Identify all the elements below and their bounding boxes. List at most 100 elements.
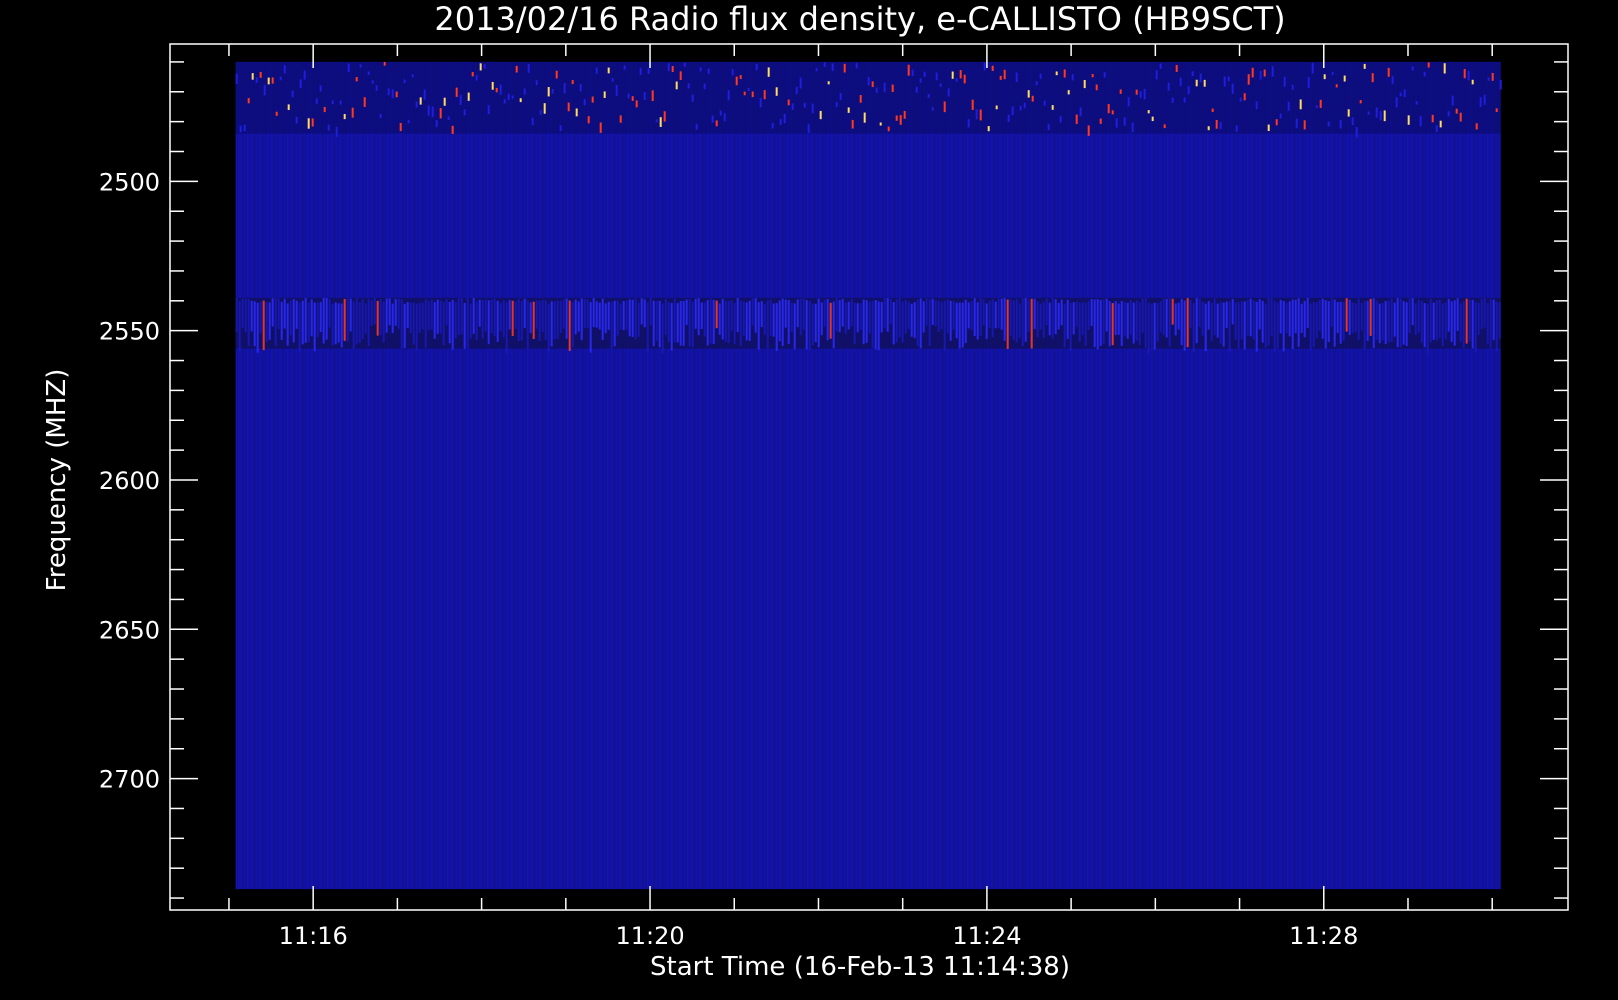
band-streak <box>1240 301 1243 340</box>
band-streak <box>610 301 613 349</box>
band-streak <box>1267 297 1270 346</box>
burst-speck <box>831 63 834 71</box>
band-streak <box>1426 303 1429 354</box>
band-streak <box>1108 301 1111 347</box>
band-streak <box>631 299 634 338</box>
burst-speck <box>1139 91 1142 99</box>
burst-speck <box>1067 90 1070 95</box>
burst-speck <box>551 88 554 94</box>
band-streak <box>715 300 718 329</box>
band-streak <box>1186 298 1189 348</box>
band-streak <box>745 302 748 341</box>
band-streak <box>523 298 526 329</box>
band-streak <box>1024 298 1027 342</box>
burst-speck <box>1263 69 1266 77</box>
band-streak <box>1168 298 1171 347</box>
band-streak <box>364 303 367 334</box>
band-streak <box>1093 299 1096 348</box>
burst-speck <box>927 93 930 98</box>
band-streak <box>649 298 652 326</box>
band-streak <box>1495 301 1498 352</box>
burst-speck <box>727 90 730 101</box>
burst-speck <box>1499 79 1502 90</box>
band-streak <box>1123 301 1126 337</box>
band-streak <box>1375 300 1378 340</box>
burst-speck <box>491 81 494 90</box>
band-streak <box>697 298 700 336</box>
band-streak <box>1075 301 1078 327</box>
burst-speck <box>839 93 842 101</box>
band-streak <box>301 300 304 345</box>
burst-speck <box>1495 108 1498 112</box>
band-streak <box>1105 298 1108 332</box>
band-streak <box>781 298 784 347</box>
burst-speck <box>687 83 690 89</box>
burst-speck <box>1187 86 1190 95</box>
band-streak <box>520 300 523 341</box>
burst-speck <box>947 88 950 97</box>
band-streak <box>1006 299 1009 349</box>
burst-speck <box>1319 99 1322 108</box>
band-streak <box>988 300 991 329</box>
burst-speck <box>319 85 322 92</box>
band-streak <box>589 302 592 353</box>
burst-speck <box>331 100 334 105</box>
band-streak <box>1129 300 1132 335</box>
band-streak <box>787 300 790 345</box>
burst-speck <box>283 65 286 74</box>
burst-speck <box>707 68 710 75</box>
band-streak <box>1231 298 1234 325</box>
band-streak <box>358 302 361 343</box>
burst-speck <box>559 125 562 132</box>
band-streak <box>1213 298 1216 336</box>
burst-speck <box>1115 118 1118 128</box>
band-streak <box>1468 299 1471 342</box>
burst-speck <box>1335 84 1338 88</box>
band-streak <box>679 301 682 346</box>
band-streak <box>778 300 781 342</box>
burst-speck <box>1479 97 1482 107</box>
band-streak <box>835 297 838 332</box>
band-streak <box>460 298 463 335</box>
burst-speck <box>1095 84 1098 91</box>
band-streak <box>379 299 382 336</box>
burst-speck <box>1111 110 1114 115</box>
burst-speck <box>423 89 426 100</box>
band-streak <box>1300 303 1303 333</box>
burst-speck <box>1455 108 1458 114</box>
burst-speck <box>1039 73 1042 79</box>
band-streak <box>1012 300 1015 340</box>
band-streak <box>445 299 448 326</box>
band-streak <box>427 301 430 331</box>
burst-speck <box>1155 70 1158 80</box>
burst-speck <box>259 72 262 78</box>
burst-speck <box>343 114 346 120</box>
burst-speck <box>399 123 402 132</box>
band-streak <box>808 301 811 351</box>
burst-speck <box>379 113 382 119</box>
band-streak <box>760 301 763 328</box>
band-streak <box>1090 298 1093 327</box>
burst-speck <box>859 95 862 103</box>
band-streak <box>337 303 340 343</box>
burst-speck <box>1259 70 1262 80</box>
band-streak <box>265 302 268 342</box>
band-streak <box>514 301 517 330</box>
band-streak <box>1066 299 1069 339</box>
burst-speck <box>1191 71 1194 76</box>
band-streak <box>322 297 325 344</box>
burst-speck <box>843 63 846 73</box>
burst-speck <box>1303 120 1306 130</box>
band-streak <box>1429 298 1432 343</box>
band-streak <box>1225 301 1228 329</box>
band-streak <box>1003 298 1006 341</box>
band-streak <box>1435 300 1438 341</box>
band-streak <box>298 302 301 353</box>
band-streak <box>1498 302 1501 339</box>
band-streak <box>928 298 931 346</box>
band-streak <box>1357 298 1360 340</box>
band-streak <box>1036 301 1039 338</box>
band-streak <box>790 302 793 332</box>
band-streak <box>334 302 337 345</box>
band-streak <box>961 302 964 348</box>
